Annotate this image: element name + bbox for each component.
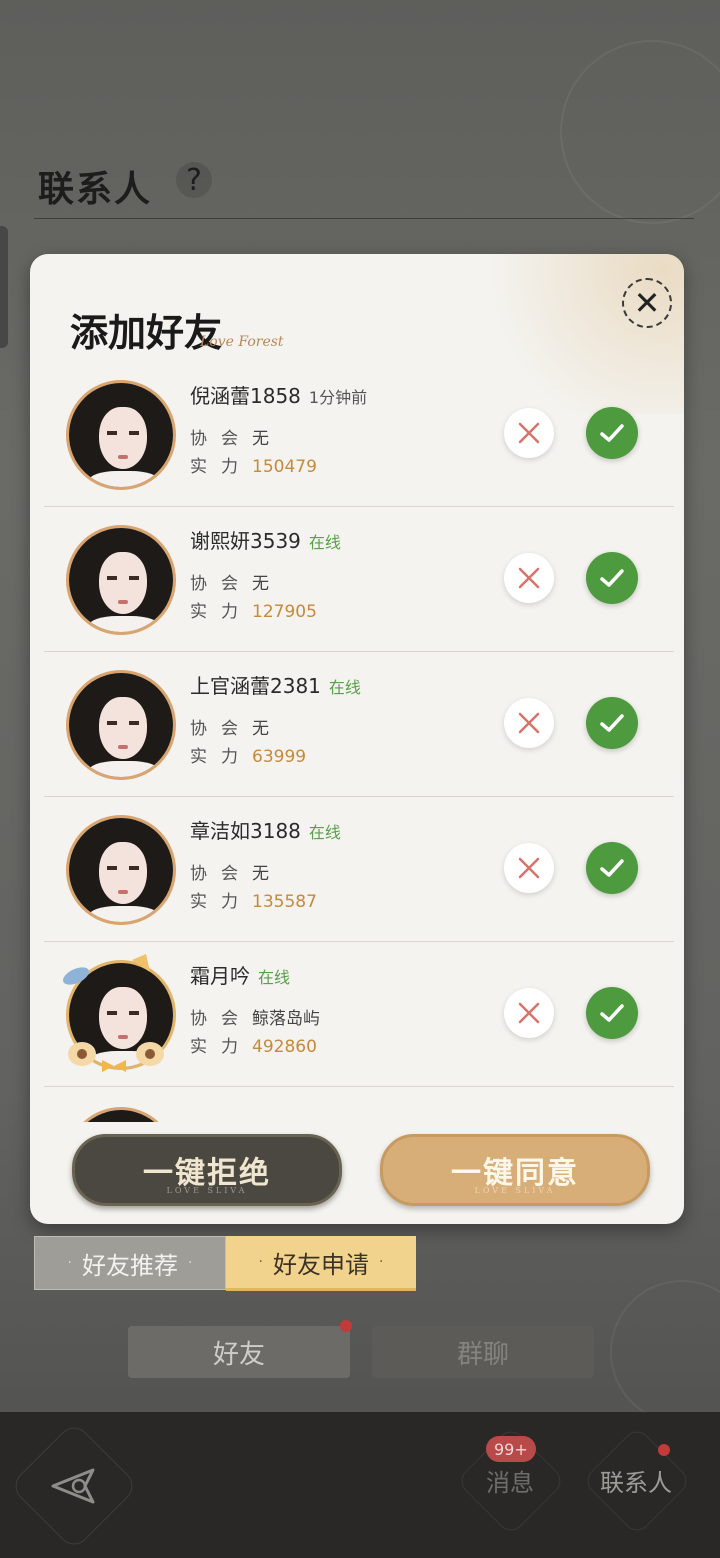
background-rose-deco <box>560 40 720 224</box>
help-button[interactable]: ? <box>176 162 212 198</box>
avatar[interactable] <box>66 380 176 490</box>
accept-button[interactable] <box>586 552 638 604</box>
close-button[interactable]: ✕ <box>622 278 672 328</box>
avatar[interactable] <box>66 815 176 925</box>
back-icon <box>51 1468 95 1504</box>
notification-dot <box>340 1320 352 1332</box>
message-count-badge: 99+ <box>486 1436 536 1462</box>
check-icon <box>600 569 624 587</box>
reject-button[interactable] <box>504 408 554 458</box>
association-line: 协会无 <box>190 719 269 739</box>
back-button[interactable] <box>8 1420 140 1552</box>
tab-friend-requests[interactable]: · 好友申请 · <box>226 1236 416 1291</box>
status-text: 在线 <box>308 823 341 842</box>
friend-request-row: 霜月吟 在线 协会鲸落岛屿 实力492860 <box>44 942 674 1087</box>
friend-request-row: 上官涵蕾2381 在线 协会无 实力63999 <box>44 652 674 797</box>
friend-request-list[interactable]: 倪涵蕾1858 1分钟前 协会无 实力150479 谢熙妍3539 在线 协会无 实… <box>44 362 674 1122</box>
check-icon <box>600 859 624 877</box>
power-line: 实力492860 <box>190 1037 317 1057</box>
check-icon <box>600 424 624 442</box>
segment-friends[interactable]: 好友 <box>128 1326 350 1378</box>
header-divider <box>34 218 694 219</box>
contacts-notification-dot <box>658 1444 670 1456</box>
check-icon <box>600 714 624 732</box>
avatar[interactable] <box>66 670 176 780</box>
power-line: 实力150479 <box>190 457 317 477</box>
reject-button[interactable] <box>504 698 554 748</box>
bottom-nav-bar: 消息 99+ 联系人 <box>0 1412 720 1558</box>
friend-request-row: 倪涵蕾1858 1分钟前 协会无 实力150479 <box>44 362 674 507</box>
reject-button[interactable] <box>504 843 554 893</box>
dialog-title-script: Love Forest <box>200 334 284 350</box>
avatar[interactable] <box>66 1107 176 1122</box>
add-friend-dialog: 添加好友 Love Forest ✕ 倪涵蕾1858 1分钟前 协会无 实力150… <box>30 254 684 1224</box>
x-icon <box>518 857 540 879</box>
friend-request-row-partial <box>44 1087 674 1122</box>
x-icon <box>518 1002 540 1024</box>
reject-button[interactable] <box>504 988 554 1038</box>
accept-button[interactable] <box>586 842 638 894</box>
reject-all-button[interactable]: 一键拒绝 LOVE SLIVA <box>72 1134 342 1206</box>
friend-request-row: 章洁如3188 在线 协会无 实力135587 <box>44 797 674 942</box>
power-line: 实力127905 <box>190 602 317 622</box>
avatar[interactable] <box>66 960 176 1070</box>
background-rose-deco <box>610 1280 720 1424</box>
x-icon <box>518 567 540 589</box>
accept-button[interactable] <box>586 987 638 1039</box>
segment-group-chat[interactable]: 群聊 <box>372 1326 594 1378</box>
tab-friend-recommend[interactable]: · 好友推荐 · <box>34 1236 226 1290</box>
status-text: 1分钟前 <box>308 388 368 407</box>
side-panel-handle[interactable] <box>0 226 8 348</box>
x-icon <box>518 422 540 444</box>
x-icon <box>518 712 540 734</box>
avatar[interactable] <box>66 525 176 635</box>
accept-button[interactable] <box>586 407 638 459</box>
association-line: 协会无 <box>190 429 269 449</box>
player-name: 谢熙妍3539 <box>190 529 301 553</box>
association-line: 协会无 <box>190 574 269 594</box>
reject-button[interactable] <box>504 553 554 603</box>
player-name-line: 霜月吟 在线 <box>190 960 290 989</box>
page-title: 联系人 <box>38 169 153 210</box>
friend-request-row: 谢熙妍3539 在线 协会无 实力127905 <box>44 507 674 652</box>
player-name: 霜月吟 <box>190 964 250 988</box>
close-icon: ✕ <box>633 284 661 322</box>
nav-contacts[interactable]: 联系人 <box>581 1425 693 1537</box>
power-line: 实力63999 <box>190 747 307 767</box>
status-text: 在线 <box>328 678 361 697</box>
accept-button[interactable] <box>586 697 638 749</box>
player-name-line: 上官涵蕾2381 在线 <box>190 670 361 699</box>
player-name: 上官涵蕾2381 <box>190 674 321 698</box>
check-icon <box>600 1004 624 1022</box>
player-name-line: 章洁如3188 在线 <box>190 815 341 844</box>
status-text: 在线 <box>258 968 291 987</box>
player-name-line: 谢熙妍3539 在线 <box>190 525 341 554</box>
accept-all-button[interactable]: 一键同意 LOVE SLIVA <box>380 1134 650 1206</box>
power-line: 实力135587 <box>190 892 317 912</box>
player-name: 章洁如3188 <box>190 819 301 843</box>
status-text: 在线 <box>308 533 341 552</box>
player-name-line: 倪涵蕾1858 1分钟前 <box>190 380 367 409</box>
association-line: 协会无 <box>190 864 269 884</box>
association-line: 协会鲸落岛屿 <box>190 1009 320 1029</box>
player-name: 倪涵蕾1858 <box>190 384 301 408</box>
